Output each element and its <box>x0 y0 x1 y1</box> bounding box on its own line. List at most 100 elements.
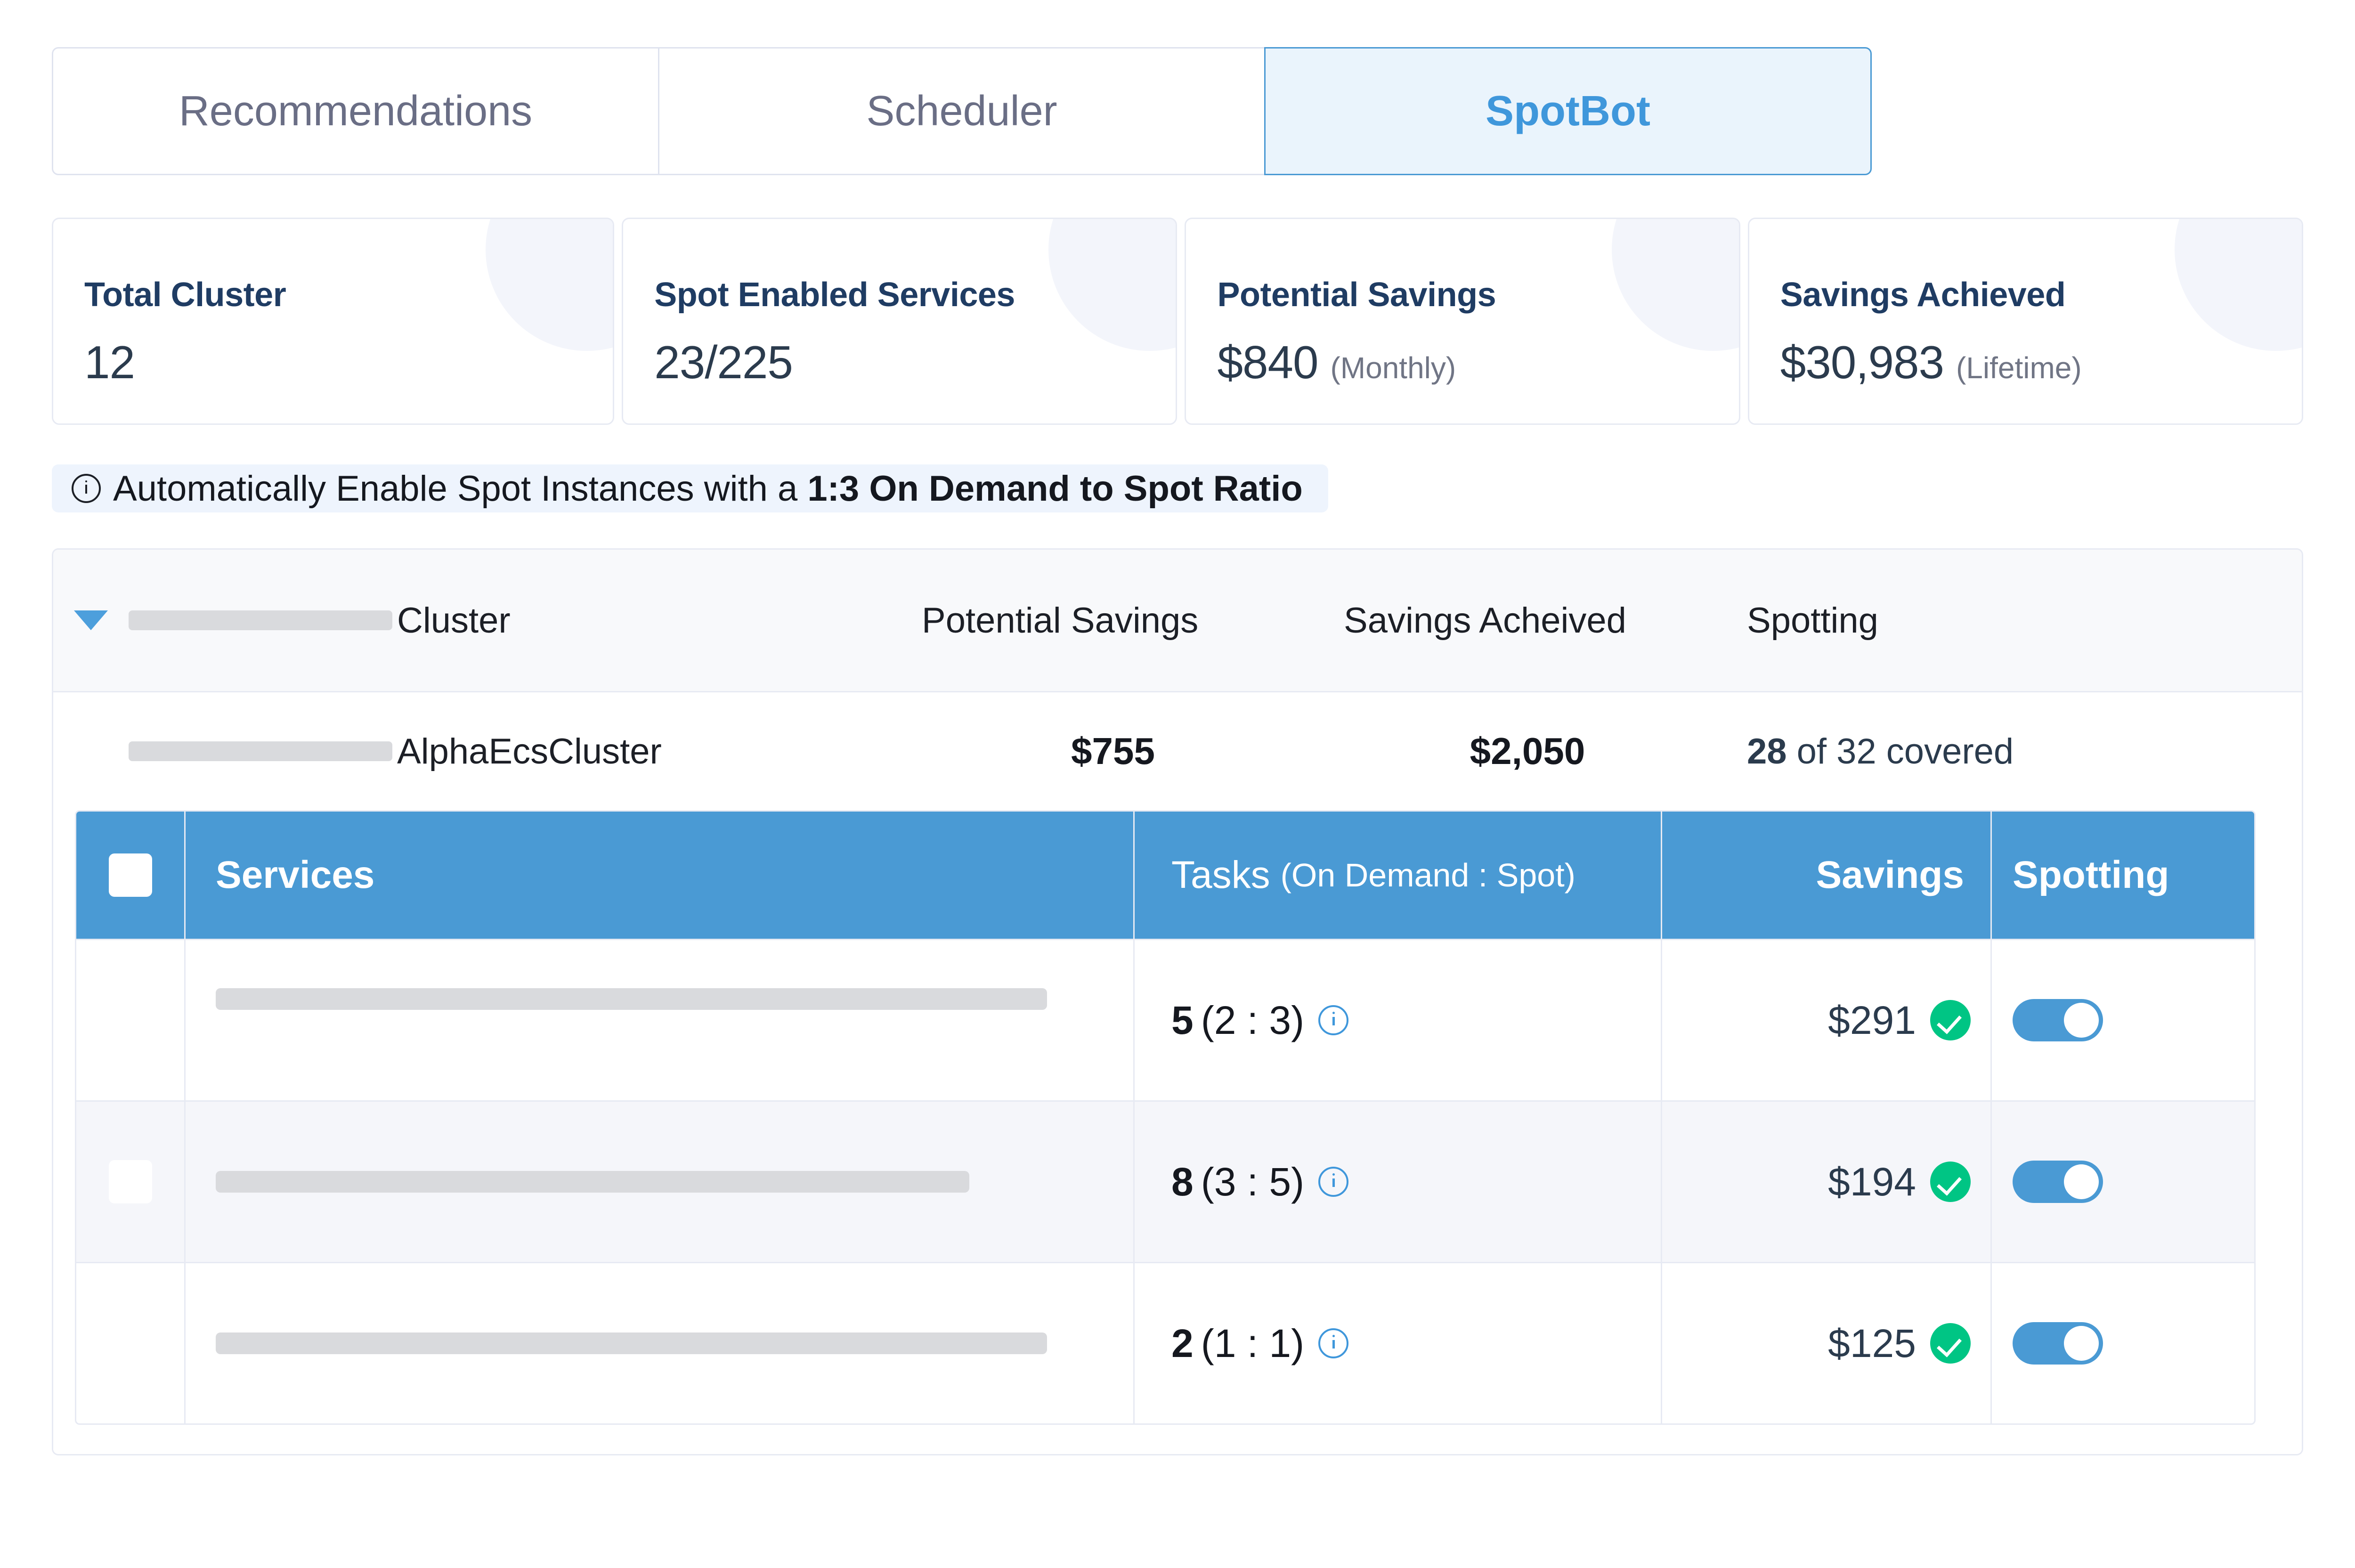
check-circle-icon <box>1930 1162 1971 1202</box>
stat-card-row: Total Cluster 12 Spot Enabled Services 2… <box>52 218 2303 425</box>
row-checkbox-cell[interactable] <box>76 940 186 1100</box>
check-circle-icon <box>1930 1000 1971 1040</box>
row-checkbox[interactable] <box>108 1322 152 1365</box>
info-circle-icon[interactable] <box>1318 1167 1349 1197</box>
spotting-cell[interactable] <box>1990 1263 2254 1423</box>
cluster-savings-achieved: $2,050 <box>1470 730 1585 772</box>
stat-card-value: 23/225 <box>654 336 793 388</box>
stat-card-value: 12 <box>84 336 135 388</box>
column-header-cluster: Cluster <box>397 600 511 641</box>
tasks-sublabel: (On Demand : Spot) <box>1280 857 1575 894</box>
spotting-cell[interactable] <box>1990 940 2254 1100</box>
stat-card-value: $840 <box>1217 336 1318 388</box>
spotting-toggle[interactable] <box>2013 999 2103 1041</box>
cluster-potential-savings: $755 <box>1071 730 1155 772</box>
stat-card-title: Total Cluster <box>84 276 286 314</box>
chevron-down-icon <box>74 610 108 630</box>
tasks-total: 8 <box>1171 1159 1194 1204</box>
select-all-checkbox[interactable] <box>108 853 152 897</box>
column-header-services: Services <box>216 853 375 896</box>
cluster-spotting-coverage: 28 of 32 covered <box>1735 731 2253 772</box>
covered-rest: of 32 covered <box>1787 731 2014 772</box>
stat-card-value-row: $30,983 (Lifetime) <box>1780 336 2302 389</box>
stat-card-title: Savings Achieved <box>1780 276 2066 314</box>
savings-value: $194 <box>1828 1159 1916 1204</box>
tasks-ratio: (2 : 3) <box>1201 998 1305 1042</box>
savings-cell: $291 <box>1661 940 1990 1100</box>
row-checkbox-cell[interactable] <box>76 1263 186 1423</box>
service-name-cell <box>186 940 1133 1100</box>
spotting-toggle[interactable] <box>2013 1322 2103 1365</box>
stat-card-value-row: $840 (Monthly) <box>1217 336 1738 389</box>
column-header-potential-savings: Potential Savings <box>922 600 1199 641</box>
row-checkbox[interactable] <box>108 1160 152 1203</box>
tasks-cell: 2 (1 : 1) <box>1133 1263 1661 1423</box>
column-header-savings-achieved: Savings Acheived <box>1344 600 1626 641</box>
row-checkbox[interactable] <box>108 999 152 1042</box>
spotbot-page: Recommendations Scheduler SpotBot Total … <box>0 0 2355 1455</box>
stat-card-savings-achieved: Savings Achieved $30,983 (Lifetime) <box>1747 218 2303 425</box>
auto-enable-spot-banner: Automatically Enable Spot Instances with… <box>52 464 1328 512</box>
cluster-header-skeleton-cell <box>129 610 397 630</box>
info-circle-icon[interactable] <box>1318 1328 1349 1358</box>
banner-text-ratio: 1:3 On Demand to Spot Ratio <box>807 468 1303 509</box>
cluster-row-skeleton-cell <box>129 741 397 761</box>
spotting-toggle[interactable] <box>2013 1161 2103 1203</box>
stat-card-value-row: 12 <box>84 336 613 389</box>
tasks-total: 2 <box>1171 1321 1194 1365</box>
table-row[interactable]: 5 (2 : 3) $291 <box>76 939 2254 1100</box>
stat-card-title: Potential Savings <box>1217 276 1496 314</box>
savings-cell: $194 <box>1661 1102 1990 1262</box>
covered-count: 28 <box>1747 731 1787 772</box>
service-name-cell <box>186 1263 1133 1423</box>
spotting-cell[interactable] <box>1990 1102 2254 1262</box>
stat-card-value-row: 23/225 <box>654 336 1176 389</box>
banner-text-plain: Automatically Enable Spot Instances with… <box>113 468 808 509</box>
stat-card-value: $30,983 <box>1780 336 1944 388</box>
stat-card-suffix: (Lifetime) <box>1956 351 2082 385</box>
column-header-tasks: Tasks (On Demand : Spot) <box>1133 812 1661 939</box>
skeleton-bar <box>216 1171 969 1193</box>
tab-bar: Recommendations Scheduler SpotBot <box>52 47 1875 175</box>
skeleton-bar <box>216 1332 1047 1354</box>
column-header-spotting: Spotting <box>1990 812 2254 939</box>
savings-value: $125 <box>1828 1321 1916 1365</box>
skeleton-bar <box>129 610 392 630</box>
column-header-savings: Savings <box>1661 812 1990 939</box>
tasks-total: 5 <box>1171 998 1194 1042</box>
cluster-panel: Cluster Potential Savings Savings Acheiv… <box>52 548 2303 1455</box>
services-table: Services Tasks (On Demand : Spot) Savings… <box>75 810 2256 1425</box>
table-row[interactable]: 8 (3 : 5) $194 <box>76 1100 2254 1262</box>
cluster-table-header: Cluster Potential Savings Savings Acheiv… <box>53 550 2302 692</box>
expand-toggle[interactable] <box>53 610 129 630</box>
banner-text: Automatically Enable Spot Instances with… <box>113 468 1303 509</box>
skeleton-bar <box>129 741 392 761</box>
info-circle-icon[interactable] <box>1318 1005 1349 1035</box>
cluster-row[interactable]: AlphaEcsCluster $755 $2,050 28 of 32 cov… <box>53 692 2302 810</box>
tasks-cell: 8 (3 : 5) <box>1133 1102 1661 1262</box>
toggle-knob <box>2064 1003 2099 1038</box>
check-circle-icon <box>1930 1323 1971 1364</box>
stat-card-total-cluster: Total Cluster 12 <box>52 218 615 425</box>
services-table-header: Services Tasks (On Demand : Spot) Savings… <box>76 812 2254 939</box>
stat-card-suffix: (Monthly) <box>1330 351 1456 385</box>
toggle-knob <box>2064 1326 2099 1361</box>
stat-card-potential-savings: Potential Savings $840 (Monthly) <box>1185 218 1740 425</box>
info-circle-icon <box>72 474 101 503</box>
tasks-cell: 5 (2 : 3) <box>1133 940 1661 1100</box>
stat-card-title: Spot Enabled Services <box>654 276 1015 314</box>
tasks-ratio: (1 : 1) <box>1201 1321 1305 1365</box>
table-row[interactable]: 2 (1 : 1) $125 <box>76 1262 2254 1423</box>
tab-spotbot[interactable]: SpotBot <box>1264 47 1872 175</box>
skeleton-bar <box>216 988 1047 1010</box>
toggle-knob <box>2064 1164 2099 1199</box>
column-header-spotting: Spotting <box>1747 600 1878 641</box>
savings-value: $291 <box>1828 998 1916 1042</box>
row-checkbox-cell[interactable] <box>76 1102 186 1262</box>
tasks-label: Tasks <box>1171 853 1270 896</box>
tab-recommendations[interactable]: Recommendations <box>52 47 659 175</box>
stat-card-spot-enabled-services: Spot Enabled Services 23/225 <box>622 218 1178 425</box>
select-all-checkbox-cell[interactable] <box>76 812 186 939</box>
tab-scheduler[interactable]: Scheduler <box>658 47 1266 175</box>
tasks-ratio: (3 : 5) <box>1201 1159 1305 1204</box>
